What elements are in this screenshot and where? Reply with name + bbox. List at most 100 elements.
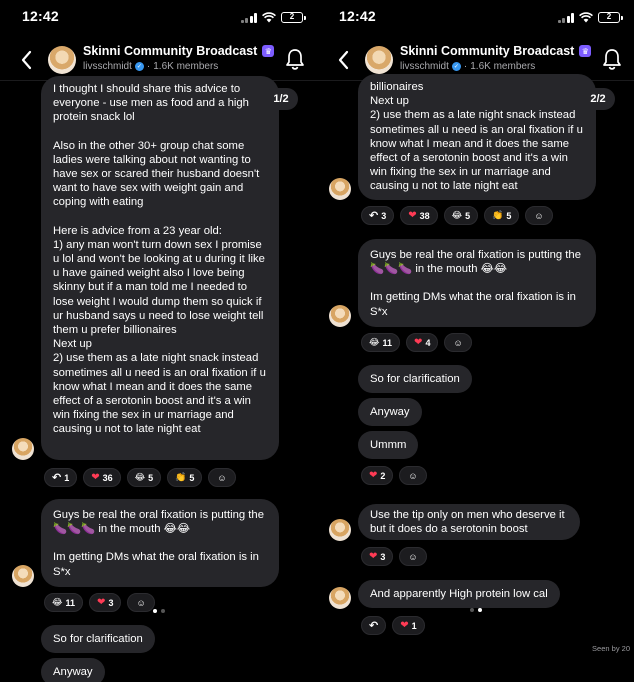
add-reaction-icon: ☺ — [217, 472, 227, 483]
add-reaction-button[interactable]: ☺ — [399, 466, 427, 485]
reaction-bar: ↶ 3 ❤ 38 😂 5 👏 5 ☺ — [361, 206, 553, 225]
message-bubble[interactable]: Use the tip only on men who deserve it b… — [358, 504, 580, 540]
message-bubble[interactable]: So for clarification — [41, 625, 155, 653]
reaction-bar: 😂 11 ❤ 4 ☺ — [361, 333, 472, 352]
message-text: Ummm — [370, 439, 407, 451]
page-indicator: 2/2 — [581, 88, 615, 110]
add-reaction-button[interactable]: ☺ — [444, 333, 472, 352]
reply-button[interactable]: ↶ — [361, 616, 387, 635]
message-text: billionaires Next up 2) use them as a la… — [370, 81, 583, 193]
message-text: Use the tip only on men who deserve it b… — [370, 509, 568, 536]
heart-reaction[interactable]: ❤ 4 — [406, 333, 439, 352]
verified-icon: ✓ — [134, 62, 144, 71]
channel-title: Skinni Community Broadcast — [83, 44, 258, 58]
clap-reaction[interactable]: 👏 5 — [484, 206, 520, 225]
status-icons: 2 — [557, 12, 623, 23]
sender-avatar[interactable] — [12, 565, 34, 587]
reaction-bar: ❤ 2 ☺ — [361, 466, 427, 485]
sender-avatar[interactable] — [329, 519, 351, 541]
message-paragraph: Guys be real the oral fixation is puttin… — [53, 509, 268, 536]
wifi-icon — [262, 12, 276, 23]
add-reaction-button[interactable]: ☺ — [525, 206, 553, 225]
laugh-reaction[interactable]: 😂 11 — [44, 593, 84, 612]
laugh-reaction[interactable]: 😂 11 — [361, 333, 401, 352]
reply-reaction[interactable]: ↶ 1 — [44, 468, 78, 487]
message-bubble[interactable]: So for clarification — [358, 365, 472, 393]
heart-icon: ❤ — [369, 551, 378, 562]
add-reaction-icon: ☺ — [453, 337, 463, 348]
message-bubble[interactable]: And apparently High protein low cal — [358, 580, 560, 608]
status-time: 12:42 — [339, 8, 376, 24]
reply-icon: ↶ — [369, 620, 379, 632]
message-bubble[interactable]: Anyway — [358, 398, 422, 426]
message-bubble[interactable]: billionaires Next up 2) use them as a la… — [358, 74, 596, 200]
heart-icon: ❤ — [97, 597, 106, 608]
message-bubble[interactable]: Ummm — [358, 431, 419, 459]
reply-icon: ↶ — [52, 472, 62, 484]
sender-avatar[interactable] — [329, 305, 351, 327]
page-indicator: 1/2 — [264, 88, 298, 110]
heart-icon: ❤ — [369, 470, 378, 481]
left-screenshot: 12:42 2 Skinni Community Broadcast ♛ livs… — [0, 0, 317, 682]
laugh-emoji-icon: 😂 — [451, 210, 463, 220]
message-text: So for clarification — [370, 373, 460, 385]
right-screenshot: 12:42 2 Skinni Community Broadcast ♛ livs… — [317, 0, 634, 682]
bell-icon[interactable] — [602, 48, 622, 70]
heart-icon: ❤ — [400, 620, 409, 631]
heart-icon: ❤ — [91, 472, 100, 483]
member-count: 1.6K members — [153, 61, 219, 72]
message-bubble[interactable]: I thought I should share this advice to … — [41, 76, 279, 460]
add-reaction-button[interactable]: ☺ — [399, 547, 427, 566]
add-reaction-button[interactable]: ☺ — [127, 593, 155, 612]
reaction-bar: ❤ 3 ☺ — [361, 547, 427, 566]
message-paragraph: Guys be real the oral fixation is puttin… — [370, 249, 585, 276]
sender-avatar[interactable] — [329, 587, 351, 609]
add-reaction-icon: ☺ — [136, 597, 146, 608]
bell-icon[interactable] — [285, 48, 305, 70]
laugh-emoji-icon: 😂 — [134, 472, 146, 482]
message-bubble[interactable]: Guys be real the oral fixation is puttin… — [41, 499, 279, 587]
laugh-emoji-icon: 😂 — [369, 337, 380, 347]
heart-reaction[interactable]: ❤ 38 — [400, 206, 438, 225]
message-bubble[interactable]: Guys be real the oral fixation is puttin… — [358, 239, 596, 327]
channel-avatar[interactable] — [365, 46, 393, 74]
status-bar: 12:42 2 — [339, 8, 623, 28]
status-bar: 12:42 2 — [22, 8, 306, 28]
battery-icon: 2 — [598, 12, 623, 23]
reaction-bar: 😂 11 ❤ 3 ☺ — [44, 593, 155, 612]
heart-reaction[interactable]: ❤ 36 — [83, 468, 121, 487]
heart-reaction[interactable]: ❤ 2 — [361, 466, 394, 485]
heart-reaction[interactable]: ❤ 3 — [361, 547, 394, 566]
add-reaction-button[interactable]: ☺ — [208, 468, 236, 487]
heart-icon: ❤ — [408, 210, 417, 221]
status-time: 12:42 — [22, 8, 59, 24]
separator-dot: · — [463, 61, 468, 72]
heart-reaction[interactable]: ❤ 3 — [89, 593, 122, 612]
status-icons: 2 — [240, 12, 306, 23]
message-bubble[interactable]: Anyway — [41, 658, 105, 682]
clap-reaction[interactable]: 👏 5 — [167, 468, 203, 487]
reply-reaction[interactable]: ↶ 3 — [361, 206, 395, 225]
signal-icon — [240, 13, 257, 23]
back-arrow-icon[interactable] — [337, 50, 351, 70]
laugh-reaction[interactable]: 😂 5 — [126, 468, 162, 487]
message-text: Anyway — [53, 666, 93, 678]
sender-avatar[interactable] — [12, 438, 34, 460]
channel-avatar[interactable] — [48, 46, 76, 74]
channel-info[interactable]: Skinni Community Broadcast ♛ livsschmidt … — [400, 44, 592, 72]
channel-owner: livsschmidt — [83, 61, 132, 72]
message-text: And apparently High protein low cal — [370, 588, 548, 600]
broadcast-badge-icon: ♛ — [579, 45, 592, 57]
heart-reaction[interactable]: ❤ 1 — [392, 616, 425, 635]
reply-icon: ↶ — [369, 210, 379, 222]
add-reaction-icon: ☺ — [408, 470, 418, 481]
laugh-reaction[interactable]: 😂 5 — [443, 206, 479, 225]
laugh-emoji-icon: 😂 — [52, 597, 63, 607]
message-paragraph: Im getting DMs what the oral fixation is… — [53, 551, 263, 578]
separator-dot: · — [146, 61, 151, 72]
sender-avatar[interactable] — [329, 178, 351, 200]
channel-info[interactable]: Skinni Community Broadcast ♛ livsschmidt … — [83, 44, 275, 72]
clap-emoji-icon: 👏 — [175, 472, 187, 482]
back-arrow-icon[interactable] — [20, 50, 34, 70]
broadcast-badge-icon: ♛ — [262, 45, 275, 57]
